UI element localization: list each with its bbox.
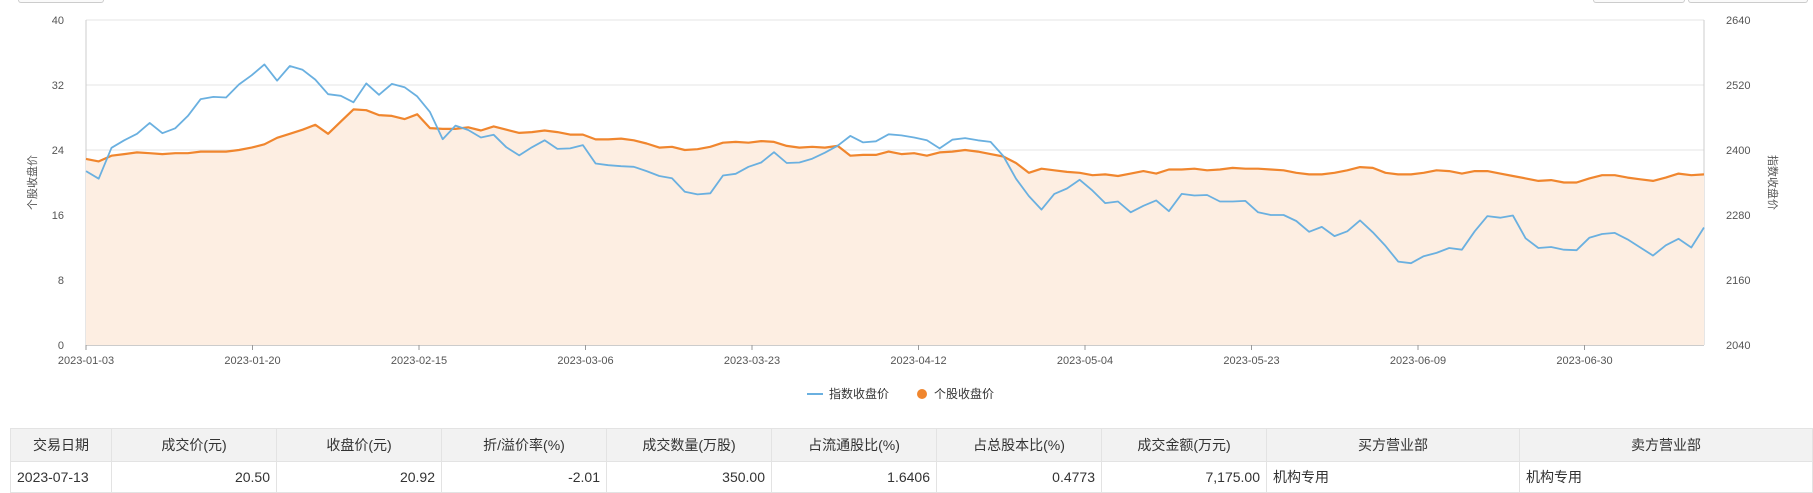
col-amount: 成交金额(万元) xyxy=(1101,428,1267,462)
left-axis-tick: 40 xyxy=(52,15,64,27)
right-axis-tick: 2280 xyxy=(1726,210,1750,222)
col-float-ratio: 占流通股比(%) xyxy=(771,428,937,462)
x-axis-tick: 2023-02-15 xyxy=(391,355,447,367)
table-header-row: 交易日期 成交价(元) 收盘价(元) 折/溢价率(%) 成交数量(万股) 占流通… xyxy=(10,428,1813,462)
left-axis-tick: 0 xyxy=(58,340,64,352)
x-axis-tick: 2023-06-30 xyxy=(1556,355,1612,367)
col-seller: 卖方营业部 xyxy=(1519,428,1813,462)
cell-float-ratio: 1.6406 xyxy=(771,461,937,493)
right-axis-tick: 2520 xyxy=(1726,80,1750,92)
x-axis-tick: 2023-03-06 xyxy=(557,355,613,367)
cell-amount: 7,175.00 xyxy=(1101,461,1267,493)
col-trade-price: 成交价(元) xyxy=(111,428,277,462)
col-total-ratio: 占总股本比(%) xyxy=(936,428,1102,462)
cell-seller: 机构专用 xyxy=(1519,461,1813,493)
table-row[interactable]: 2023-07-13 20.50 20.92 -2.01 350.00 1.64… xyxy=(10,461,1813,493)
right-axis-tick: 2400 xyxy=(1726,145,1750,157)
left-axis-tick: 32 xyxy=(52,80,64,92)
cell-total-ratio: 0.4773 xyxy=(936,461,1102,493)
legend-index-label[interactable]: 指数收盘价 xyxy=(829,386,889,401)
stock-area-fill xyxy=(86,109,1704,346)
left-axis-title: 个股收盘价 xyxy=(25,155,39,210)
cell-trade-date: 2023-07-13 xyxy=(10,461,112,493)
cell-buyer: 机构专用 xyxy=(1266,461,1520,493)
right-axis-tick: 2040 xyxy=(1726,340,1750,352)
legend[interactable]: 指数收盘价 个股收盘价 xyxy=(807,386,994,401)
col-premium-rate: 折/溢价率(%) xyxy=(441,428,607,462)
col-volume: 成交数量(万股) xyxy=(606,428,772,462)
x-axis-tick: 2023-01-20 xyxy=(224,355,280,367)
legend-stock-dot-icon xyxy=(917,389,927,399)
right-axis-title: 指数收盘价 xyxy=(1766,155,1780,210)
left-axis-tick: 16 xyxy=(52,210,64,222)
col-trade-date: 交易日期 xyxy=(10,428,112,462)
chart-area: 0 8 16 24 32 40 2040 2160 2280 2400 2520 2640 2023-0… xyxy=(0,0,1813,425)
left-axis-tick: 24 xyxy=(52,145,64,157)
price-line-chart: 0 8 16 24 32 40 2040 2160 2280 2400 2520 2640 2023-0… xyxy=(25,15,1780,401)
cell-close-price: 20.92 xyxy=(276,461,442,493)
x-axis-tick: 2023-05-04 xyxy=(1057,355,1113,367)
right-axis-tick: 2160 xyxy=(1726,275,1750,287)
legend-stock-label[interactable]: 个股收盘价 xyxy=(934,386,994,401)
block-trade-table: 交易日期 成交价(元) 收盘价(元) 折/溢价率(%) 成交数量(万股) 占流通… xyxy=(10,428,1813,493)
cell-volume: 350.00 xyxy=(606,461,772,493)
col-buyer: 买方营业部 xyxy=(1266,428,1520,462)
col-close-price: 收盘价(元) xyxy=(276,428,442,462)
x-axis-tick: 2023-04-12 xyxy=(890,355,946,367)
cell-premium-rate: -2.01 xyxy=(441,461,607,493)
x-axis-tick: 2023-01-03 xyxy=(58,355,114,367)
stock-price-area xyxy=(86,109,1704,346)
right-axis-tick: 2640 xyxy=(1726,15,1750,27)
cell-trade-price: 20.50 xyxy=(111,461,277,493)
x-axis-tick: 2023-03-23 xyxy=(724,355,780,367)
left-axis-tick: 8 xyxy=(58,275,64,287)
x-axis-tick: 2023-06-09 xyxy=(1390,355,1446,367)
x-axis-tick: 2023-05-23 xyxy=(1223,355,1279,367)
